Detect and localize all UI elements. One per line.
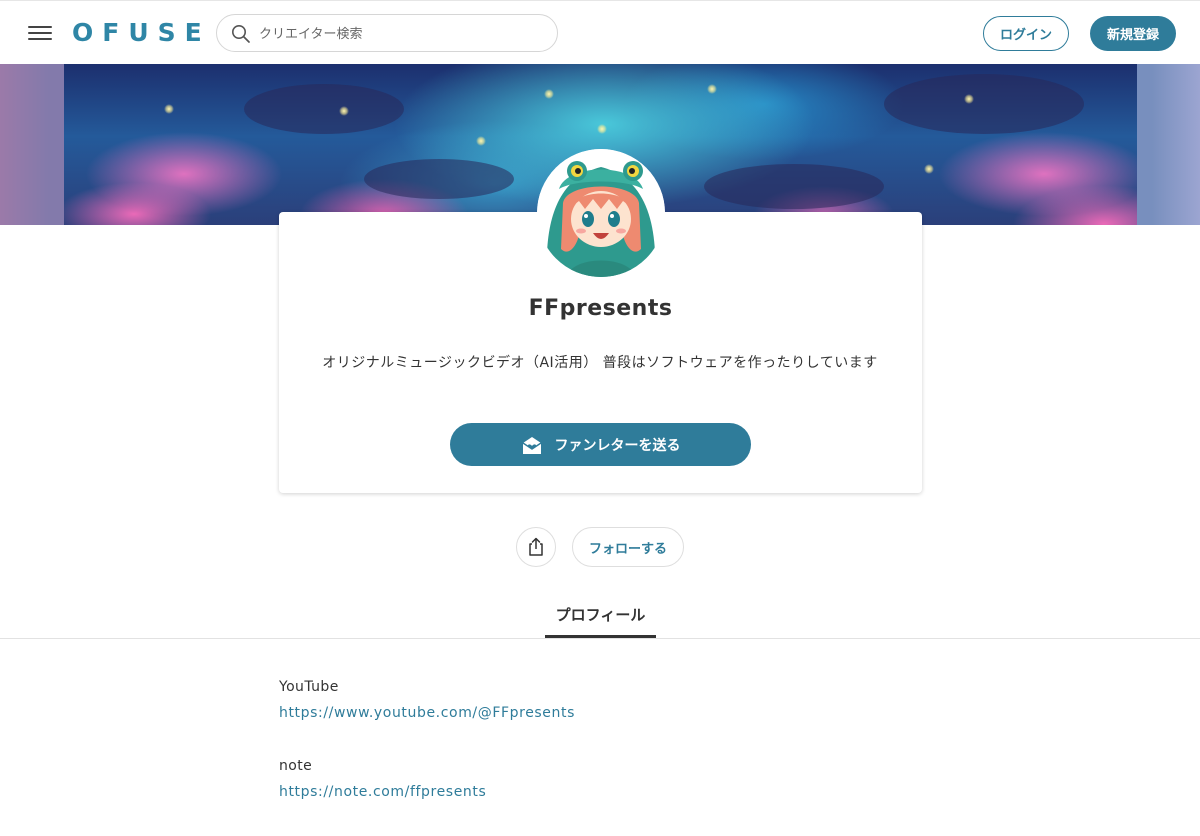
- site-logo[interactable]: OFUSE: [72, 17, 211, 49]
- share-button[interactable]: [516, 527, 556, 567]
- send-fanletter-button[interactable]: ファンレターを送る: [450, 423, 751, 466]
- envelope-heart-icon: [522, 436, 541, 454]
- tab-divider: [0, 638, 1200, 639]
- search-icon: [232, 25, 250, 43]
- link-url-youtube[interactable]: https://www.youtube.com/@FFpresents: [279, 698, 919, 728]
- tab-profile[interactable]: プロフィール: [545, 600, 656, 638]
- profile-description: オリジナルミュージックビデオ（AI活用） 普段はソフトウェアを作ったりしています: [322, 355, 878, 371]
- login-button[interactable]: ログイン: [983, 16, 1069, 51]
- follow-button[interactable]: フォローする: [572, 527, 684, 567]
- hamburger-menu-icon[interactable]: [28, 23, 52, 43]
- send-fanletter-label: ファンレターを送る: [554, 437, 681, 454]
- share-icon: [529, 537, 543, 556]
- avatar: [537, 149, 665, 277]
- avatar-illustration: [537, 149, 665, 277]
- link-item: YouTube https://www.youtube.com/@FFprese…: [279, 676, 919, 728]
- link-item: note https://note.com/ffpresents: [279, 755, 919, 807]
- profile-links: YouTube https://www.youtube.com/@FFprese…: [279, 676, 919, 834]
- site-header: OFUSE ログイン 新規登録: [0, 0, 1200, 64]
- link-label-note: note: [279, 758, 313, 774]
- profile-name: FFpresents: [528, 296, 673, 321]
- link-url-note[interactable]: https://note.com/ffpresents: [279, 777, 919, 807]
- link-label-youtube: YouTube: [279, 679, 339, 695]
- register-button[interactable]: 新規登録: [1090, 16, 1176, 51]
- search-input[interactable]: [259, 21, 544, 47]
- search-box[interactable]: [216, 14, 558, 52]
